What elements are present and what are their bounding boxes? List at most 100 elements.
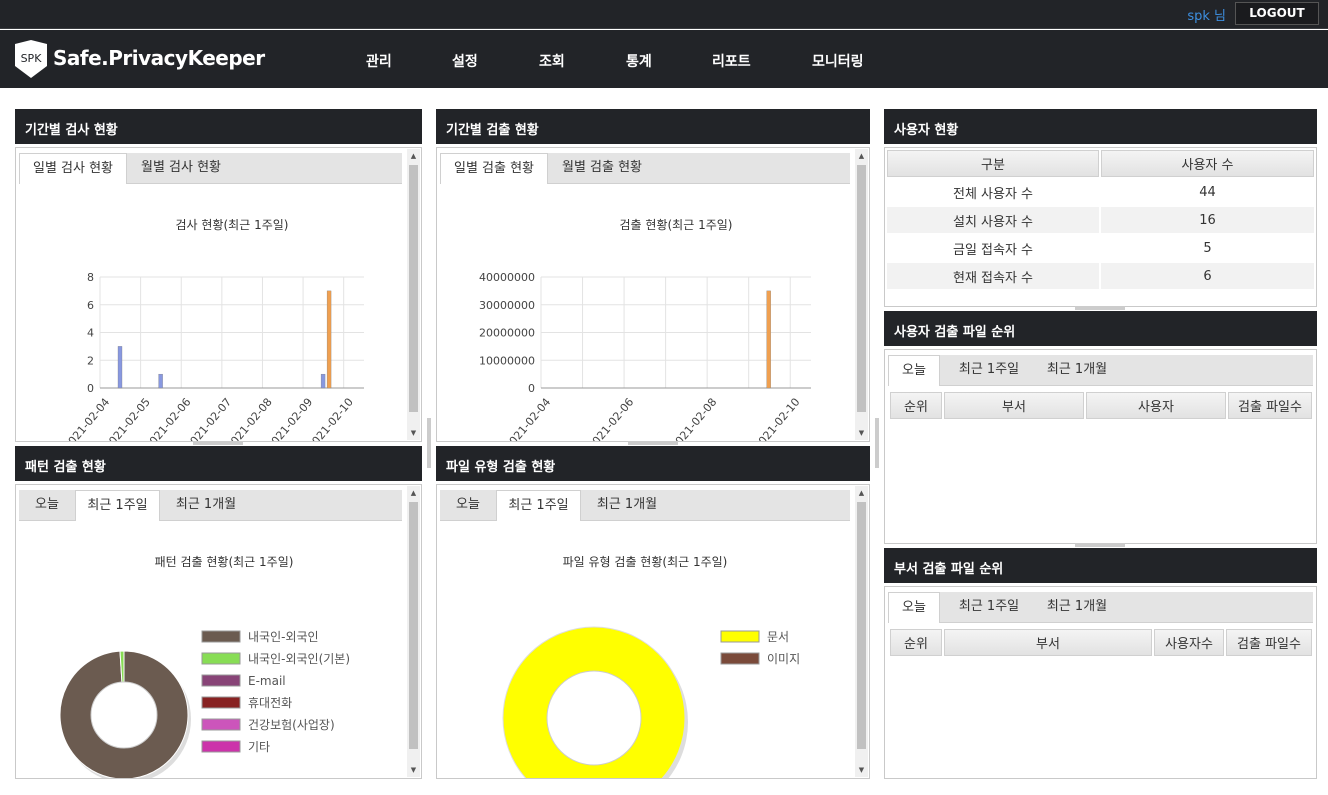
row-label: 전체 사용자 수	[952, 186, 1034, 202]
chart-title: 패턴 검출 현황(최근 1주일)	[155, 555, 294, 569]
column-header[interactable]: 순위	[890, 629, 942, 656]
tab-month[interactable]: 최근 1개월	[1034, 355, 1120, 386]
chart-title: 검출 현황(최근 1주일)	[620, 218, 733, 232]
nav-statistics[interactable]: 통계	[626, 51, 652, 71]
dept-file-rank-table: 순위 부서 사용자수 검출 파일수	[888, 627, 1314, 658]
y-tick-label: 30000000	[479, 299, 535, 312]
legend-swatch	[720, 652, 760, 665]
column-resize-handle[interactable]	[427, 418, 431, 468]
user-file-rank-panel: 사용자 검출 파일 순위 오늘 최근 1주일 최근 1개월 순위 부서 사용자 …	[884, 311, 1317, 544]
column-header[interactable]: 사용자	[1086, 392, 1226, 419]
nav-monitoring[interactable]: 모니터링	[812, 51, 864, 71]
tab-week[interactable]: 최근 1주일	[946, 592, 1032, 623]
panel-title: 기간별 검출 현황	[436, 109, 870, 144]
tab-monthly-scan[interactable]: 월별 검사 현황	[131, 153, 231, 184]
legend-swatch	[201, 740, 241, 753]
scroll-down-icon[interactable]: ▼	[407, 763, 420, 777]
tab-month[interactable]: 최근 1개월	[163, 490, 249, 521]
column-header[interactable]: 구분	[887, 150, 1099, 177]
column-header[interactable]: 사용자 수	[1101, 150, 1314, 177]
column-header[interactable]: 사용자수	[1154, 629, 1224, 656]
nav-settings[interactable]: 설정	[452, 51, 478, 71]
y-tick-label: 20000000	[479, 327, 535, 340]
panel-title: 기간별 검사 현황	[15, 109, 422, 144]
scroll-down-icon[interactable]: ▼	[407, 426, 420, 440]
bar	[766, 290, 771, 389]
tab-daily-scan[interactable]: 일별 검사 현황	[19, 153, 127, 184]
scroll-up-icon[interactable]: ▲	[407, 149, 420, 163]
column-header[interactable]: 부서	[944, 629, 1152, 656]
tab-bar: 오늘 최근 1주일 최근 1개월	[888, 355, 1313, 386]
column-header[interactable]: 부서	[944, 392, 1084, 419]
tab-today[interactable]: 오늘	[19, 490, 75, 521]
resize-handle[interactable]	[193, 441, 243, 445]
row-value: 6	[1101, 263, 1314, 289]
pattern-donut-chart: 패턴 검출 현황(최근 1주일) 내국인-외국인내국인-외국인(기본) E-mail…	[59, 555, 350, 778]
bar	[158, 373, 163, 389]
y-tick-label: 8	[87, 271, 94, 284]
scrollbar[interactable]: ▲ ▼	[407, 486, 420, 777]
logo-shield-icon: SPK	[15, 40, 47, 78]
tab-month[interactable]: 최근 1개월	[584, 490, 670, 521]
tab-today[interactable]: 오늘	[888, 592, 940, 623]
column-header[interactable]: 검출 파일수	[1226, 629, 1312, 656]
scroll-thumb[interactable]	[409, 165, 418, 412]
nav-search[interactable]: 조회	[539, 51, 565, 71]
scrollbar[interactable]: ▲ ▼	[855, 486, 868, 777]
donut-hole	[90, 681, 158, 749]
legend-label: 내국인-외국인(기본)	[248, 652, 350, 666]
filetype-donut-chart: 파일 유형 검출 현황(최근 1주일) 문서이미지	[502, 555, 800, 778]
tab-monthly-detect[interactable]: 월별 검출 현황	[552, 153, 652, 184]
x-tick-label: 2021-02-10	[751, 396, 802, 442]
legend-swatch	[201, 652, 241, 665]
column-resize-handle[interactable]	[875, 418, 879, 468]
nav-manage[interactable]: 관리	[366, 51, 392, 71]
scroll-down-icon[interactable]: ▼	[855, 426, 868, 440]
x-tick-label: 2021-02-04	[502, 396, 553, 442]
y-tick-label: 0	[528, 382, 535, 395]
scroll-thumb[interactable]	[857, 502, 866, 749]
tab-week[interactable]: 최근 1주일	[946, 355, 1032, 386]
scrollbar[interactable]: ▲ ▼	[855, 149, 868, 440]
scroll-thumb[interactable]	[409, 502, 418, 749]
top-bar: spk 님 LOGOUT	[0, 0, 1328, 29]
resize-handle[interactable]	[628, 441, 678, 445]
logo-badge-text: SPK	[21, 52, 43, 65]
table-row: 금일 접속자 수 5	[887, 235, 1314, 261]
brand-name[interactable]: Safe.PrivacyKeeper	[53, 46, 265, 70]
legend-label: 이미지	[767, 652, 800, 666]
tab-week[interactable]: 최근 1주일	[75, 490, 160, 521]
scroll-up-icon[interactable]: ▲	[855, 486, 868, 500]
logout-button[interactable]: LOGOUT	[1235, 2, 1319, 25]
tab-today[interactable]: 오늘	[888, 355, 940, 386]
nav-report[interactable]: 리포트	[712, 51, 751, 71]
column-header[interactable]: 검출 파일수	[1228, 392, 1312, 419]
tab-month[interactable]: 최근 1개월	[1034, 592, 1120, 623]
scroll-down-icon[interactable]: ▼	[855, 763, 868, 777]
panel-title: 패턴 검출 현황	[15, 446, 422, 481]
donut-hole	[546, 670, 642, 766]
tab-today[interactable]: 오늘	[440, 490, 496, 521]
scroll-up-icon[interactable]: ▲	[855, 149, 868, 163]
scrollbar[interactable]: ▲ ▼	[407, 149, 420, 440]
x-tick-label: 2021-02-08	[668, 396, 719, 442]
scroll-thumb[interactable]	[857, 165, 866, 412]
current-user: spk 님	[1187, 9, 1226, 24]
column-header[interactable]: 순위	[890, 392, 942, 419]
x-tick-label: 2021-02-06	[585, 396, 636, 442]
resize-handle[interactable]	[1075, 306, 1125, 310]
tab-daily-detect[interactable]: 일별 검출 현황	[440, 153, 548, 184]
main-header: SPK Safe.PrivacyKeeper 관리 설정 조회 통계 리포트 모…	[0, 30, 1328, 88]
legend-label: 건강보험(사업장)	[248, 718, 335, 732]
tab-week[interactable]: 최근 1주일	[496, 490, 581, 521]
table-row: 현재 접속자 수 6	[887, 263, 1314, 289]
y-tick-label: 40000000	[479, 271, 535, 284]
panel-title: 사용자 현황	[884, 109, 1317, 144]
y-tick-label: 2	[87, 354, 94, 367]
y-tick-label: 4	[87, 327, 94, 340]
row-label: 금일 접속자 수	[952, 242, 1034, 258]
resize-handle[interactable]	[1075, 543, 1125, 547]
legend-swatch	[720, 630, 760, 643]
bar	[326, 290, 332, 389]
scroll-up-icon[interactable]: ▲	[407, 486, 420, 500]
